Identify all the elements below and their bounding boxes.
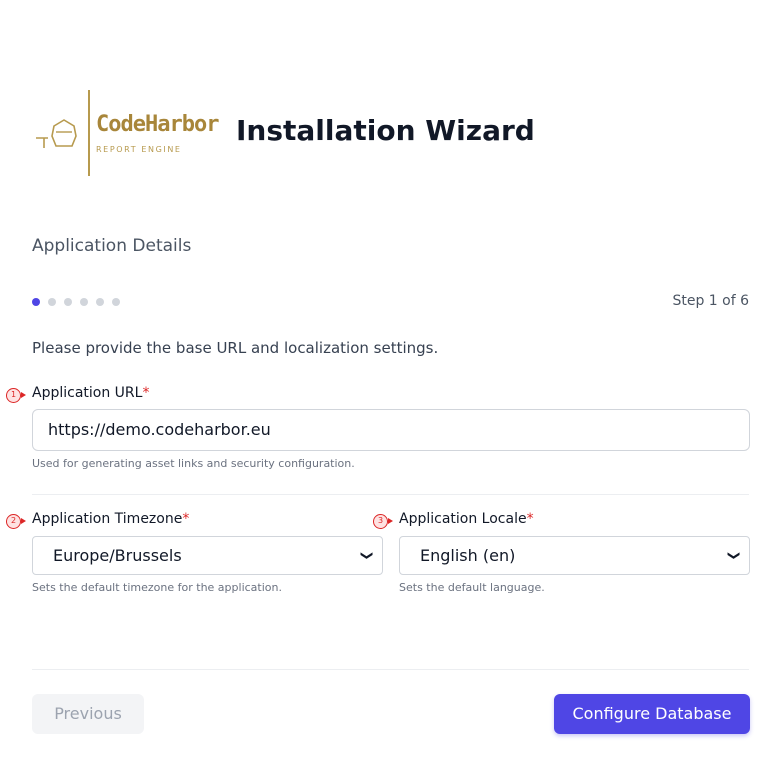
brand-name: CodeHarbor [96, 112, 219, 137]
required-asterisk: * [182, 511, 190, 527]
brand-tagline: REPORT ENGINE [96, 145, 182, 154]
application-locale-label-text: Application Locale [399, 511, 527, 527]
section-divider [32, 494, 749, 495]
harbor-ship-icon [36, 119, 77, 148]
step-dot-1 [32, 298, 40, 306]
application-url-input[interactable]: https://demo.codeharbor.eu [32, 409, 750, 451]
chevron-down-icon: ❯ [360, 550, 375, 561]
required-asterisk: * [142, 385, 150, 401]
application-timezone-select[interactable]: Europe/Brussels ❯ [32, 536, 383, 575]
timezone-selected-value: Europe/Brussels [53, 546, 182, 565]
footer-divider [32, 669, 749, 670]
field-marker-3: 3 [373, 514, 393, 529]
locale-selected-value: English (en) [420, 546, 516, 565]
installation-wizard-page: CodeHarbor REPORT ENGINE Installation Wi… [0, 0, 781, 763]
intro-text: Please provide the base URL and localiza… [32, 339, 439, 357]
field-marker-1: 1 [6, 388, 26, 403]
configure-database-button[interactable]: Configure Database [554, 694, 750, 734]
step-dot-2 [48, 298, 56, 306]
application-url-help: Used for generating asset links and secu… [32, 457, 355, 470]
application-url-label: Application URL* [32, 385, 149, 401]
step-progress-dots [32, 298, 120, 306]
step-counter: Step 1 of 6 [672, 293, 749, 309]
logo-divider [88, 90, 90, 176]
section-heading: Application Details [32, 236, 192, 256]
page-title: Installation Wizard [236, 114, 535, 147]
previous-button[interactable]: Previous [32, 694, 144, 734]
application-timezone-help: Sets the default timezone for the applic… [32, 581, 282, 594]
application-locale-label: Application Locale* [399, 511, 534, 527]
application-timezone-label-text: Application Timezone [32, 511, 183, 527]
application-url-label-text: Application URL [32, 385, 143, 401]
brand-logo: CodeHarbor REPORT ENGINE [32, 90, 219, 176]
step-dot-6 [112, 298, 120, 306]
step-dot-5 [96, 298, 104, 306]
application-timezone-label: Application Timezone* [32, 511, 189, 527]
header: CodeHarbor REPORT ENGINE Installation Wi… [32, 90, 535, 176]
application-locale-select[interactable]: English (en) ❯ [399, 536, 750, 575]
application-locale-help: Sets the default language. [399, 581, 545, 594]
chevron-down-icon: ❯ [727, 550, 742, 561]
step-dot-3 [64, 298, 72, 306]
step-dot-4 [80, 298, 88, 306]
required-asterisk: * [526, 511, 534, 527]
field-marker-2: 2 [6, 514, 26, 529]
